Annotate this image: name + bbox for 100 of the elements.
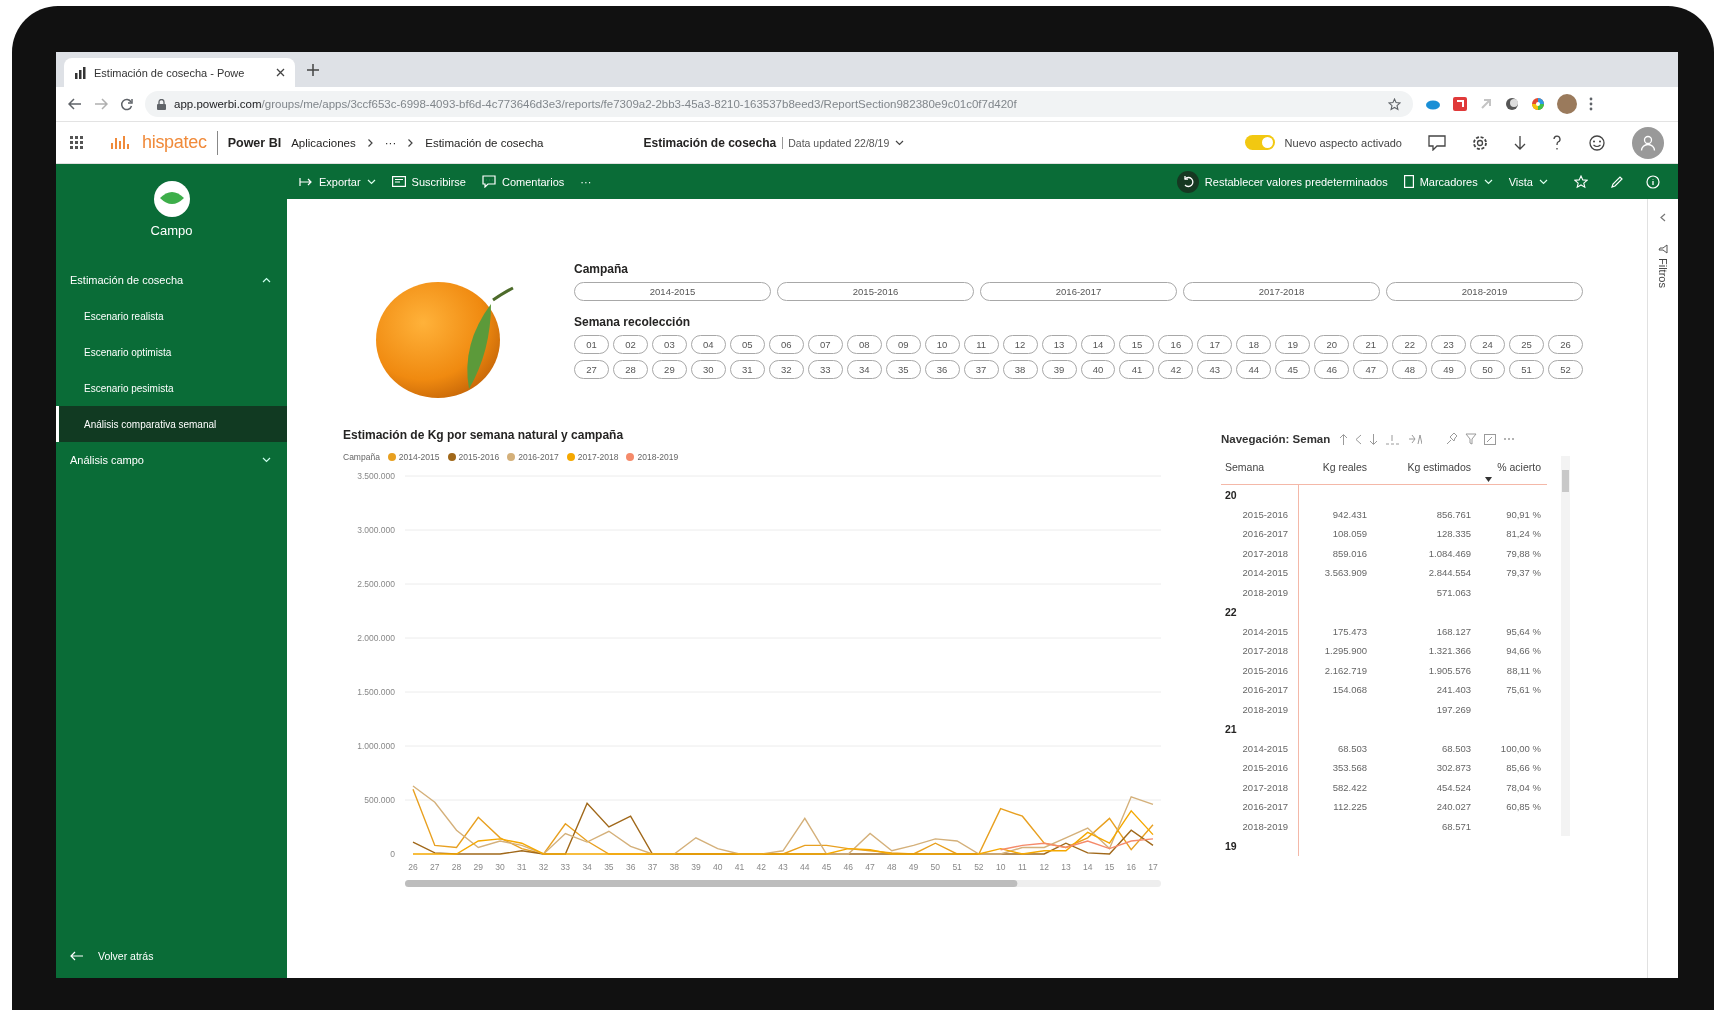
focus-mode-icon[interactable] bbox=[1484, 433, 1497, 445]
extension-icon[interactable] bbox=[1505, 97, 1519, 111]
extension-icon[interactable] bbox=[1425, 98, 1441, 110]
slicer-option[interactable]: 29 bbox=[651, 360, 687, 379]
slicer-option[interactable]: 42 bbox=[1158, 360, 1194, 379]
slicer-option[interactable]: 37 bbox=[963, 360, 999, 379]
slicer-option[interactable]: 01 bbox=[574, 335, 609, 354]
slicer-option[interactable]: 47 bbox=[1353, 360, 1389, 379]
slicer-option[interactable]: 12 bbox=[1002, 335, 1038, 354]
toolbar-button[interactable]: Vista bbox=[1508, 175, 1533, 188]
user-avatar[interactable] bbox=[1632, 126, 1664, 159]
column-header[interactable]: Kg reales bbox=[1322, 461, 1367, 473]
slicer-option[interactable]: 14 bbox=[1080, 335, 1116, 354]
slicer-option[interactable]: 11 bbox=[963, 335, 999, 354]
close-icon[interactable] bbox=[276, 68, 285, 77]
slicer-option[interactable]: 23 bbox=[1431, 335, 1467, 354]
extension-icon[interactable] bbox=[1531, 97, 1545, 111]
drill-up-icon[interactable] bbox=[1339, 433, 1349, 445]
breadcrumb-link[interactable]: Estimación de cosecha bbox=[425, 136, 544, 149]
slicer-option[interactable]: 43 bbox=[1197, 360, 1233, 379]
address-bar[interactable]: app.powerbi.com/groups/me/apps/3ccf653c-6998-4093-bf6d-4c773646d3e3/reports/fe7309a2-2bb3-45a3-8210-163537b8eed3/ReportSection982380e9c01c0f7d420f bbox=[145, 91, 1413, 117]
help-icon[interactable] bbox=[1552, 134, 1562, 151]
slicer-option[interactable]: 50 bbox=[1470, 360, 1506, 379]
toolbar-button[interactable]: Restablecer valores predeterminados bbox=[1204, 175, 1388, 188]
column-header[interactable]: % acierto bbox=[1497, 461, 1541, 473]
slicer-option[interactable]: 34 bbox=[846, 360, 882, 379]
slicer-option[interactable]: 35 bbox=[885, 360, 921, 379]
nav-item[interactable]: Análisis comparativa semanal bbox=[56, 406, 287, 442]
scrollbar[interactable] bbox=[1561, 456, 1570, 836]
slicer-option[interactable]: 13 bbox=[1041, 335, 1077, 354]
slicer-option[interactable]: 48 bbox=[1392, 360, 1428, 379]
slicer-option[interactable]: 44 bbox=[1236, 360, 1272, 379]
slicer-option[interactable]: 18 bbox=[1236, 335, 1272, 354]
slicer-option[interactable]: 2017-2018 bbox=[1183, 282, 1380, 301]
slicer-option[interactable]: 04 bbox=[690, 335, 726, 354]
settings-icon[interactable] bbox=[1472, 134, 1488, 151]
toolbar-button[interactable]: Suscribirse bbox=[411, 175, 466, 188]
scrollbar[interactable] bbox=[405, 880, 1161, 887]
slicer-option[interactable]: 16 bbox=[1158, 335, 1194, 354]
slicer-option[interactable]: 25 bbox=[1509, 335, 1545, 354]
browser-tab[interactable]: Estimación de cosecha - Powe bbox=[64, 58, 295, 87]
extension-icon[interactable] bbox=[1453, 97, 1467, 111]
filters-pane-label[interactable]: Filtros bbox=[1657, 258, 1669, 288]
filter-icon[interactable] bbox=[1658, 244, 1668, 254]
reload-icon[interactable] bbox=[120, 97, 133, 111]
more-button[interactable]: ··· bbox=[580, 175, 592, 188]
chevron-left-icon[interactable] bbox=[1660, 213, 1666, 222]
column-header[interactable]: Kg estimados bbox=[1407, 461, 1471, 473]
slicer-option[interactable]: 31 bbox=[729, 360, 765, 379]
edit-icon[interactable] bbox=[1610, 174, 1624, 189]
info-icon[interactable] bbox=[1646, 174, 1660, 189]
toolbar-button[interactable]: Marcadores bbox=[1419, 175, 1478, 188]
breadcrumb-link[interactable]: ··· bbox=[384, 136, 397, 149]
feedback-icon[interactable] bbox=[1588, 134, 1606, 151]
slicer-option[interactable]: 22 bbox=[1392, 335, 1428, 354]
expand-all-icon[interactable] bbox=[1408, 433, 1423, 445]
more-icon[interactable] bbox=[1589, 97, 1593, 111]
slicer-option[interactable]: 39 bbox=[1041, 360, 1077, 379]
breadcrumb-link[interactable]: Aplicaciones bbox=[291, 136, 356, 149]
slicer-option[interactable]: 15 bbox=[1119, 335, 1155, 354]
favorite-icon[interactable] bbox=[1574, 174, 1588, 189]
slicer-option[interactable]: 32 bbox=[768, 360, 804, 379]
slicer-option[interactable]: 03 bbox=[651, 335, 687, 354]
slicer-option[interactable]: 20 bbox=[1314, 335, 1350, 354]
new-tab-icon[interactable] bbox=[307, 63, 319, 76]
slicer-option[interactable]: 07 bbox=[807, 335, 843, 354]
drill-next-icon[interactable] bbox=[1355, 433, 1363, 445]
slicer-option[interactable]: 08 bbox=[846, 335, 882, 354]
toolbar-button[interactable]: Comentarios bbox=[502, 175, 565, 188]
slicer-option[interactable]: 41 bbox=[1119, 360, 1155, 379]
nav-item[interactable]: Escenario realista bbox=[56, 298, 287, 334]
slicer-option[interactable]: 2016-2017 bbox=[980, 282, 1177, 301]
filter-icon[interactable] bbox=[1465, 433, 1478, 445]
slicer-option[interactable]: 2015-2016 bbox=[777, 282, 974, 301]
comment-icon[interactable] bbox=[1428, 134, 1446, 151]
slicer-option[interactable]: 27 bbox=[574, 360, 609, 379]
slicer-option[interactable]: 52 bbox=[1548, 360, 1583, 379]
slicer-option[interactable]: 36 bbox=[924, 360, 960, 379]
slicer-option[interactable]: 09 bbox=[885, 335, 921, 354]
slicer-option[interactable]: 02 bbox=[612, 335, 648, 354]
back-link[interactable]: Volver atrás bbox=[98, 950, 154, 962]
back-icon[interactable] bbox=[68, 98, 82, 110]
pin-icon[interactable] bbox=[1446, 433, 1459, 445]
slicer-option[interactable]: 40 bbox=[1080, 360, 1116, 379]
nav-section[interactable]: Análisis campo bbox=[70, 454, 144, 466]
slicer-option[interactable]: 30 bbox=[690, 360, 726, 379]
slicer-option[interactable]: 17 bbox=[1197, 335, 1233, 354]
slicer-option[interactable]: 19 bbox=[1275, 335, 1311, 354]
slicer-option[interactable]: 06 bbox=[768, 335, 804, 354]
nav-item[interactable]: Escenario optimista bbox=[56, 334, 287, 370]
download-icon[interactable] bbox=[1514, 134, 1526, 151]
toggle-switch[interactable] bbox=[1244, 135, 1275, 150]
column-header[interactable]: Semana bbox=[1225, 461, 1265, 473]
star-icon[interactable] bbox=[1388, 97, 1401, 111]
slicer-option[interactable]: 33 bbox=[807, 360, 843, 379]
slicer-option[interactable]: 2014-2015 bbox=[574, 282, 771, 301]
slicer-option[interactable]: 51 bbox=[1509, 360, 1545, 379]
drill-down-icon[interactable] bbox=[1369, 433, 1379, 445]
slicer-option[interactable]: 05 bbox=[729, 335, 765, 354]
toolbar-button[interactable]: Exportar bbox=[319, 175, 361, 188]
